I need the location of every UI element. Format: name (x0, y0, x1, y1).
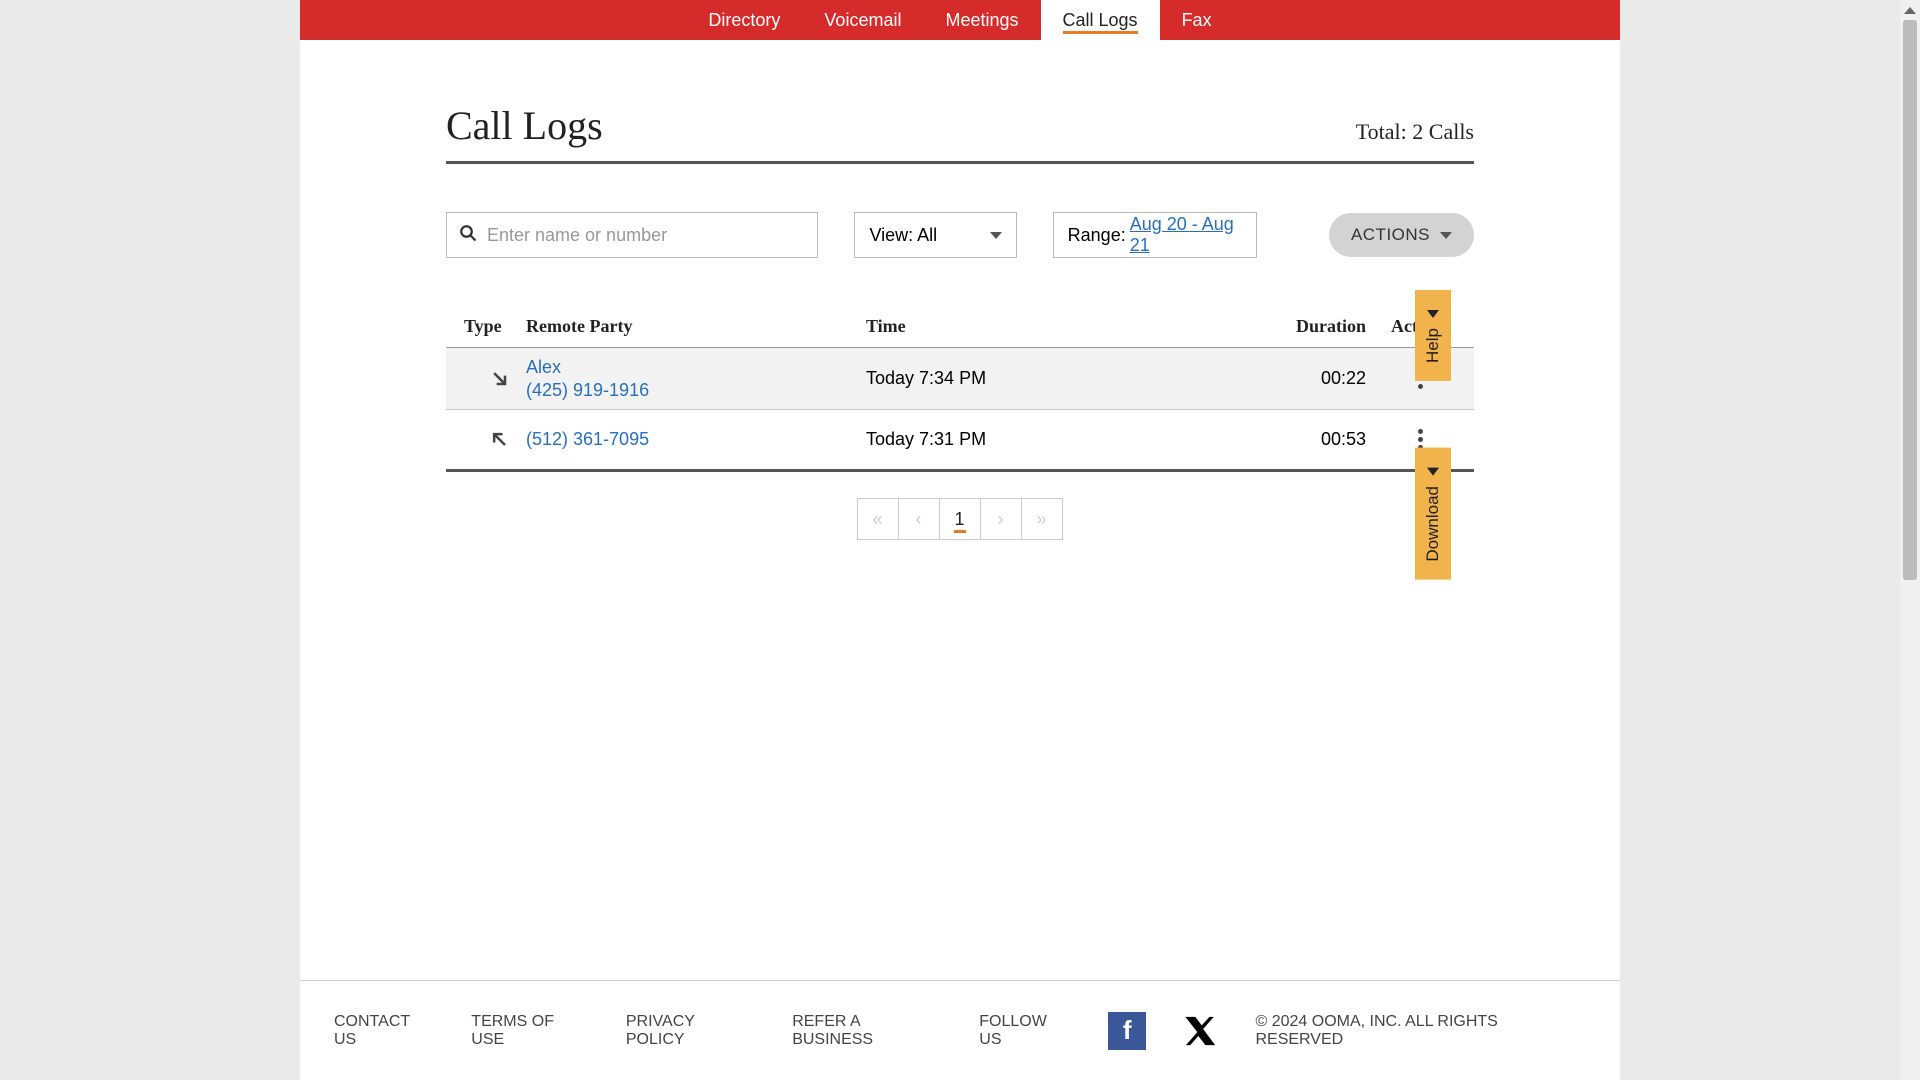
th-remote-party: Remote Party (526, 316, 866, 337)
footer-follow-label: FOLLOW US (979, 1013, 1072, 1049)
caret-down-icon (1440, 232, 1452, 239)
contact-number-link[interactable]: (512) 361-7095 (526, 429, 649, 449)
page-header: Call Logs Total: 2 Calls (446, 102, 1474, 164)
table-row: (512) 361-7095 Today 7:31 PM 00:53 (446, 410, 1474, 472)
footer-privacy-link[interactable]: PRIVACY POLICY (626, 1013, 756, 1049)
triangle-up-icon (1904, 7, 1916, 14)
tab-fax[interactable]: Fax (1160, 0, 1234, 40)
row-menu-button[interactable] (1410, 429, 1430, 450)
page-last-button[interactable]: » (1021, 498, 1063, 540)
actions-menu-button[interactable]: ACTIONS (1329, 213, 1474, 257)
footer-refer-link[interactable]: REFER A BUSINESS (792, 1013, 943, 1049)
tab-directory[interactable]: Directory (686, 0, 802, 40)
page-title: Call Logs (446, 102, 603, 149)
facebook-icon[interactable]: f (1108, 1012, 1146, 1050)
scrollbar-thumb[interactable] (1903, 20, 1917, 580)
tab-call-logs[interactable]: Call Logs (1041, 0, 1160, 40)
th-time: Time (866, 316, 1236, 337)
call-duration-cell: 00:22 (1236, 368, 1366, 389)
th-type: Type (446, 316, 526, 337)
contact-name-link[interactable]: Alex (526, 357, 866, 378)
search-icon (459, 224, 477, 247)
collapse-arrow-icon (1427, 468, 1439, 476)
main-content: Call Logs Total: 2 Calls View: All Range… (446, 40, 1474, 540)
row-actions-cell (1366, 429, 1474, 450)
collapse-arrow-icon (1427, 310, 1439, 318)
call-time-cell: Today 7:31 PM (866, 429, 1236, 450)
date-range: Range: Aug 20 - Aug 21 (1053, 212, 1257, 258)
outgoing-call-icon (490, 430, 510, 450)
footer: CONTACT US TERMS OF USE PRIVACY POLICY R… (300, 980, 1620, 1080)
range-label: Range: (1068, 225, 1126, 246)
table-row: Alex (425) 919-1916 Today 7:34 PM 00:22 (446, 348, 1474, 410)
pagination: « ‹ 1 › » (446, 498, 1474, 540)
scrollbar-track[interactable] (1900, 20, 1920, 1060)
tab-voicemail[interactable]: Voicemail (802, 0, 923, 40)
download-tab-label: Download (1423, 486, 1443, 562)
tab-meetings[interactable]: Meetings (923, 0, 1040, 40)
call-type-cell (446, 363, 526, 394)
page-number-button[interactable]: 1 (939, 498, 981, 540)
search-box[interactable] (446, 212, 818, 258)
total-calls: Total: 2 Calls (1356, 119, 1474, 145)
filter-row: View: All Range: Aug 20 - Aug 21 ACTIONS (446, 212, 1474, 258)
incoming-call-icon (490, 369, 510, 389)
footer-terms-link[interactable]: TERMS OF USE (471, 1013, 590, 1049)
footer-contact-link[interactable]: CONTACT US (334, 1013, 435, 1049)
remote-party-cell: Alex (425) 919-1916 (526, 357, 866, 401)
contact-number-link[interactable]: (425) 919-1916 (526, 380, 866, 401)
top-nav: Directory Voicemail Meetings Call Logs F… (300, 0, 1620, 40)
page-first-button[interactable]: « (857, 498, 899, 540)
x-twitter-icon[interactable] (1182, 1012, 1220, 1050)
call-log-table: Type Remote Party Time Duration Actions … (446, 316, 1474, 472)
page-prev-button[interactable]: ‹ (898, 498, 940, 540)
caret-down-icon (990, 232, 1002, 239)
help-tab[interactable]: Help (1415, 290, 1451, 381)
search-input[interactable] (487, 225, 805, 246)
call-time-cell: Today 7:34 PM (866, 368, 1236, 389)
view-filter[interactable]: View: All (854, 212, 1016, 258)
table-header: Type Remote Party Time Duration Actions (446, 316, 1474, 348)
page-next-button[interactable]: › (980, 498, 1022, 540)
remote-party-cell: (512) 361-7095 (526, 429, 866, 450)
view-filter-label: View: All (869, 225, 937, 246)
download-tab[interactable]: Download (1415, 448, 1451, 580)
scroll-up-button[interactable] (1900, 0, 1920, 20)
footer-copyright: © 2024 OOMA, INC. ALL RIGHTS RESERVED (1255, 1013, 1586, 1049)
call-duration-cell: 00:53 (1236, 429, 1366, 450)
date-range-link[interactable]: Aug 20 - Aug 21 (1130, 214, 1242, 256)
th-duration: Duration (1236, 316, 1366, 337)
actions-label: ACTIONS (1351, 225, 1430, 245)
call-type-cell (446, 424, 526, 455)
vertical-scrollbar[interactable] (1900, 0, 1920, 1080)
help-tab-label: Help (1423, 328, 1443, 363)
